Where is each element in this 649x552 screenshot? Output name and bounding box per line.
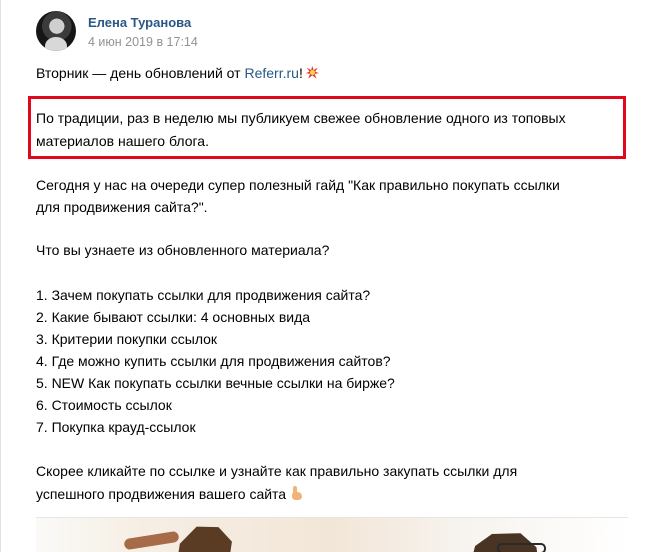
intro-text-after: !	[298, 65, 303, 81]
list-item: 6. Стоимость ссылок	[36, 397, 172, 413]
author-avatar[interactable]	[36, 11, 76, 51]
wall-post: Елена Туранова 4 июн 2019 в 17:14 Вторни…	[0, 0, 649, 552]
pointing-hand-emoji-icon	[290, 486, 304, 501]
post-date[interactable]: 4 июн 2019 в 17:14	[88, 34, 198, 50]
cta-line-2: успешного продвижения вашего сайта	[36, 485, 304, 503]
guide-line-1: Сегодня у нас на очереди супер полезный …	[36, 177, 560, 193]
list-item: 1. Зачем покупать ссылки для продвижения…	[36, 287, 371, 303]
highlight-line-1: По традиции, раз в неделю мы публикуем с…	[36, 110, 566, 126]
list-item: 2. Какие бывают ссылки: 4 основных вида	[36, 309, 311, 325]
referr-link[interactable]: Referr.ru	[244, 65, 298, 81]
intro-line: Вторник — день обновлений от Referr.ru!	[36, 64, 320, 82]
guide-line-2: для продвижения сайта?".	[36, 199, 208, 215]
post-image-preview[interactable]	[36, 517, 628, 552]
image-person-arm	[123, 530, 180, 551]
expand-icon[interactable]	[597, 530, 612, 545]
list-item: 4. Где можно купить ссылки для продвижен…	[36, 353, 391, 369]
image-glasses	[497, 543, 546, 552]
list-item: 3. Критерии покупки ссылок	[36, 331, 218, 347]
question-text: Что вы узнаете из обновленного материала…	[36, 242, 330, 258]
author-name[interactable]: Елена Туранова	[88, 15, 191, 31]
cta-line-2-text: успешного продвижения вашего сайта	[36, 486, 287, 502]
list-item: 7. Покупка крауд-ссылок	[36, 419, 196, 435]
cta-line-1: Скорее кликайте по ссылке и узнайте как …	[36, 463, 518, 479]
intro-text-before: Вторник — день обновлений от	[36, 65, 245, 81]
collision-emoji-icon	[305, 65, 320, 80]
highlight-line-2: материалов нашего блога.	[36, 133, 209, 149]
list-item: 5. NEW Как покупать ссылки вечные ссылки…	[36, 375, 395, 391]
